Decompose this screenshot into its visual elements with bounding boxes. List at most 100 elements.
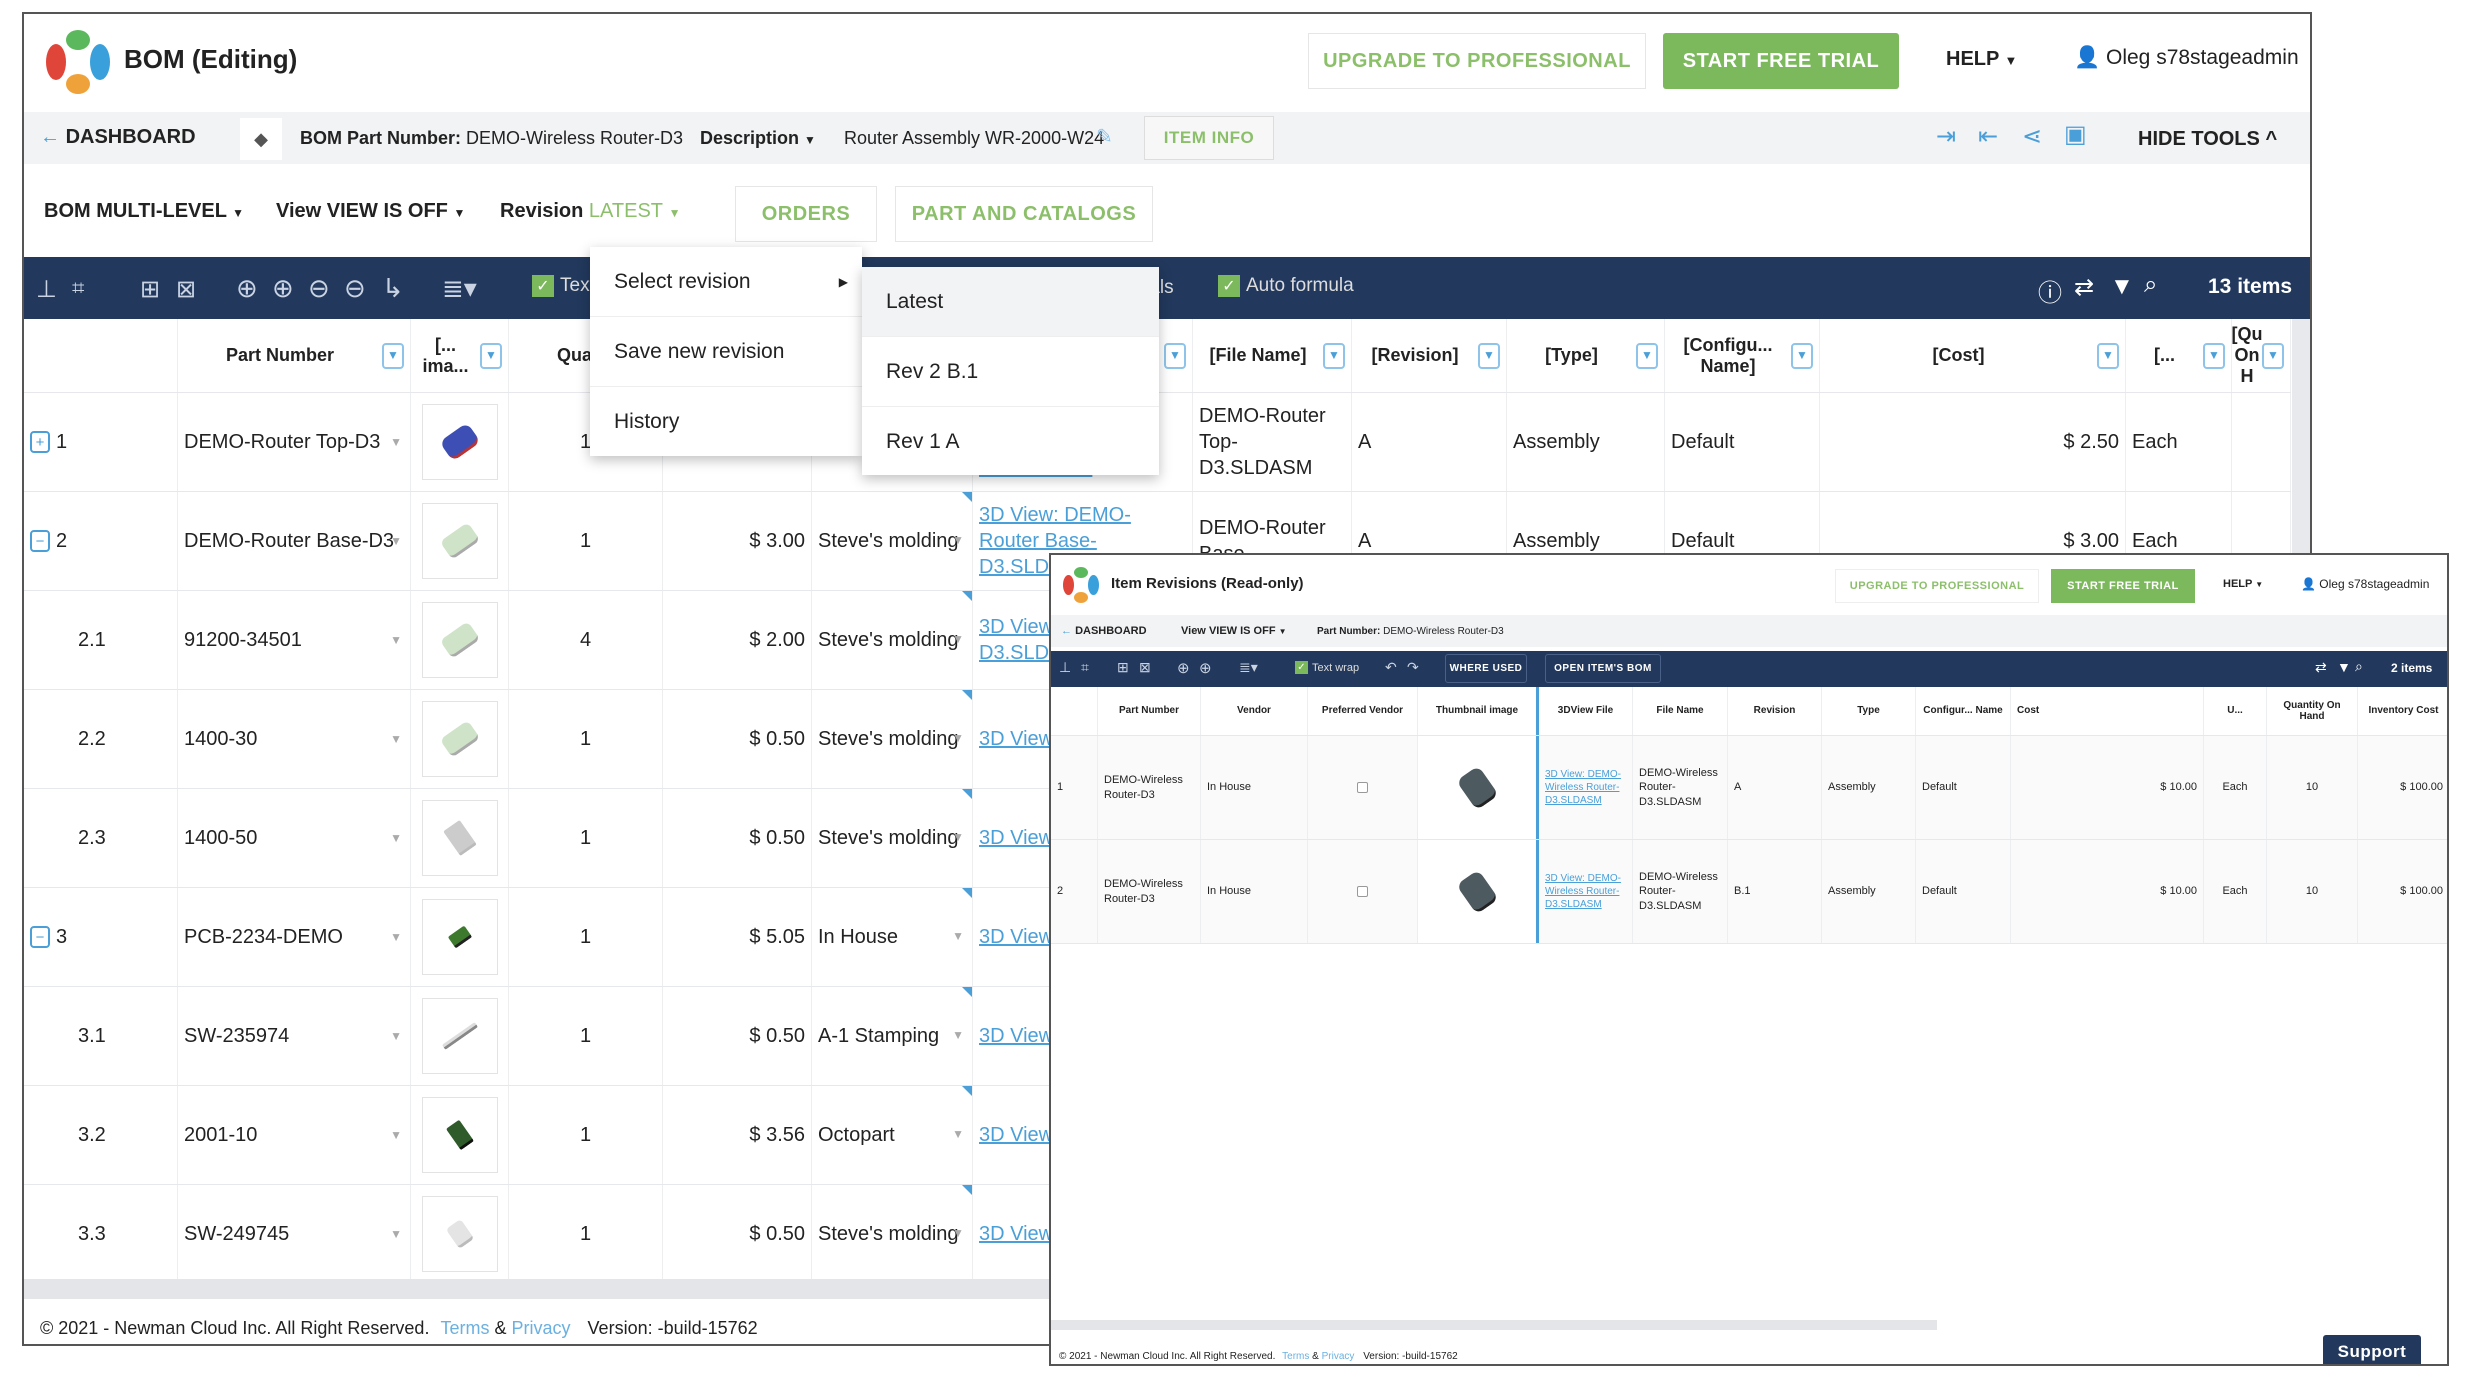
vendor[interactable]: A-1 Stamping [818, 1023, 939, 1049]
preferred-vendor-checkbox[interactable] [1357, 782, 1368, 793]
dropdown-icon[interactable]: ▼ [952, 1028, 964, 1044]
column-header[interactable]: Part Number ▼ [178, 319, 411, 392]
cost[interactable]: $ 0.50 [749, 728, 805, 751]
edit-pencil-icon[interactable]: ✎ [1096, 124, 1113, 149]
column-header[interactable]: [Revision] ▼ [1352, 319, 1507, 392]
description-dropdown[interactable]: Description ▼ [700, 128, 816, 149]
part-number-text[interactable]: SW-235974 [184, 1025, 289, 1048]
dropdown-icon[interactable]: ▼ [390, 633, 402, 647]
filter-icon[interactable]: ▼ [1791, 342, 1813, 369]
column-header[interactable]: Type [1822, 687, 1916, 735]
search-icon[interactable]: ⌕ [2355, 658, 2363, 675]
dropdown-icon[interactable]: ▼ [952, 1127, 964, 1143]
user-menu[interactable]: 👤 Oleg s78stageadmin [2301, 577, 2429, 591]
column-header[interactable]: [... ima... ▼ [411, 319, 509, 392]
privacy-link[interactable]: Privacy [1322, 1351, 1355, 1362]
vendor[interactable]: Steve's molding [818, 1221, 959, 1247]
dropdown-icon[interactable]: ▼ [952, 632, 964, 648]
cost[interactable]: $ 2.00 [749, 629, 805, 652]
save-icon[interactable]: ▣ [2064, 120, 2087, 149]
dropdown-icon[interactable]: ▼ [390, 1029, 402, 1043]
revision-dropdown[interactable]: Revision LATEST ▼ [500, 200, 680, 223]
quantity[interactable]: 1 [580, 728, 591, 751]
terms-link[interactable]: Terms [1282, 1351, 1309, 1362]
part-number-text[interactable]: 2001-10 [184, 1124, 257, 1147]
quantity[interactable]: 1 [580, 1223, 591, 1246]
dashboard-link[interactable]: ← DASHBOARD [40, 126, 196, 149]
filter-icon[interactable]: ▼ [1636, 342, 1658, 369]
import-icon[interactable]: ⇤ [1978, 122, 1998, 151]
column-header[interactable]: Thumbnail image [1418, 687, 1539, 735]
where-used-button[interactable]: WHERE USED [1445, 654, 1527, 683]
table-row[interactable]: 1 DEMO-Wireless Router-D3 In House 3D View:… [1051, 736, 2447, 840]
dropdown-icon[interactable]: ▼ [390, 732, 402, 746]
vendor[interactable]: Steve's molding [818, 825, 959, 851]
preferred-vendor-checkbox[interactable] [1357, 886, 1368, 897]
hide-tools-button[interactable]: HIDE TOOLS ^ [2138, 128, 2277, 151]
user-menu[interactable]: 👤 Oleg s78stageadmin [2074, 46, 2299, 70]
column-header[interactable]: Preferred Vendor [1308, 687, 1418, 735]
column-header[interactable]: [Qu On H ▼ [2232, 319, 2291, 392]
filter-icon[interactable]: ▼ [2203, 342, 2225, 369]
column-header[interactable]: Inventory Cost [2358, 687, 2447, 735]
dropdown-icon[interactable]: ▼ [390, 1227, 402, 1241]
dropdown-icon[interactable]: ▼ [952, 929, 964, 945]
filter-icon[interactable]: ▼ [2337, 659, 2351, 675]
add-child-icon[interactable]: ⊥ [1059, 659, 1071, 676]
part-number-text[interactable]: DEMO-Router Top-D3 [184, 431, 380, 454]
save-new-revision-item[interactable]: Save new revision [590, 317, 862, 387]
search-icon[interactable]: ⌕ [2144, 271, 2157, 299]
align-menu-icon[interactable]: ≣▾ [442, 273, 477, 304]
column-header[interactable]: [Type] ▼ [1507, 319, 1665, 392]
column-header[interactable]: Vendor [1201, 687, 1308, 735]
column-header[interactable]: 3DView File [1539, 687, 1633, 735]
column-header[interactable]: Revision [1728, 687, 1822, 735]
view-dropdown[interactable]: View VIEW IS OFF ▼ [1181, 625, 1287, 637]
undo-icon[interactable]: ↶ [1385, 659, 1397, 676]
quantity[interactable]: 1 [580, 1124, 591, 1147]
item-info-button[interactable]: ITEM INFO [1144, 116, 1274, 160]
quantity[interactable]: 1 [580, 926, 591, 949]
quantity[interactable]: 1 [580, 827, 591, 850]
part-number-text[interactable]: 1400-30 [184, 728, 257, 751]
cost[interactable]: $ 0.50 [749, 827, 805, 850]
quantity[interactable]: 1 [580, 530, 591, 553]
3d-view-link[interactable]: 3D View: DEMO-Wireless Router-D3.SLDASM [1545, 768, 1626, 807]
dropdown-icon[interactable]: ▼ [390, 435, 402, 449]
3d-view-link[interactable]: 3D View: DEMO-Wireless Router-D3.SLDASM [1545, 872, 1626, 911]
add-child-icon[interactable]: ⊥ [36, 275, 57, 304]
part-number-text[interactable]: DEMO-Router Base-D3 [184, 530, 394, 553]
insert-row-icon[interactable]: ⊞ [1117, 659, 1129, 676]
revision-latest[interactable]: Latest [862, 267, 1159, 337]
move-down-icon[interactable]: ⊕ [1199, 659, 1212, 677]
column-header[interactable]: [... ▼ [2126, 319, 2232, 392]
orders-button[interactable]: ORDERS [735, 186, 877, 242]
share-icon[interactable]: ⋖ [2022, 122, 2042, 151]
info-icon[interactable]: ⓘ [2038, 273, 2062, 308]
cost[interactable]: $ 3.56 [749, 1124, 805, 1147]
vendor[interactable]: Steve's molding [818, 726, 959, 752]
filter-icon[interactable]: ▼ [480, 342, 502, 369]
collapse-icon[interactable]: − [30, 926, 50, 948]
return-arrow-icon[interactable]: ↳ [382, 273, 404, 304]
terms-link[interactable]: Terms [440, 1318, 489, 1338]
insert-row-icon[interactable]: ⊞ [140, 275, 160, 304]
vendor[interactable]: Octopart [818, 1122, 895, 1148]
collapse-icon[interactable]: − [30, 530, 50, 552]
delete-row-icon[interactable]: ⊠ [176, 275, 196, 304]
start-trial-button[interactable]: START FREE TRIAL [2051, 569, 2195, 603]
parts-catalogs-button[interactable]: PART AND CATALOGS [895, 186, 1153, 242]
open-items-bom-button[interactable]: OPEN ITEM'S BOM [1545, 654, 1661, 683]
column-header[interactable] [1051, 687, 1098, 735]
vendor[interactable]: Steve's molding [818, 627, 959, 653]
column-header[interactable]: File Name [1633, 687, 1728, 735]
remove-child-icon[interactable]: ⌗ [72, 275, 84, 301]
revision-rev2[interactable]: Rev 2 B.1 [862, 337, 1159, 407]
upgrade-button[interactable]: UPGRADE TO PROFESSIONAL [1308, 33, 1646, 89]
dropdown-icon[interactable]: ▼ [390, 831, 402, 845]
move-down-icon[interactable]: ⊕ [272, 273, 294, 304]
move-up-icon[interactable]: ⊕ [1177, 659, 1190, 677]
align-menu-icon[interactable]: ≣▾ [1239, 659, 1258, 676]
filter-icon[interactable]: ▼ [382, 342, 404, 369]
column-header[interactable]: [Cost] ▼ [1820, 319, 2126, 392]
